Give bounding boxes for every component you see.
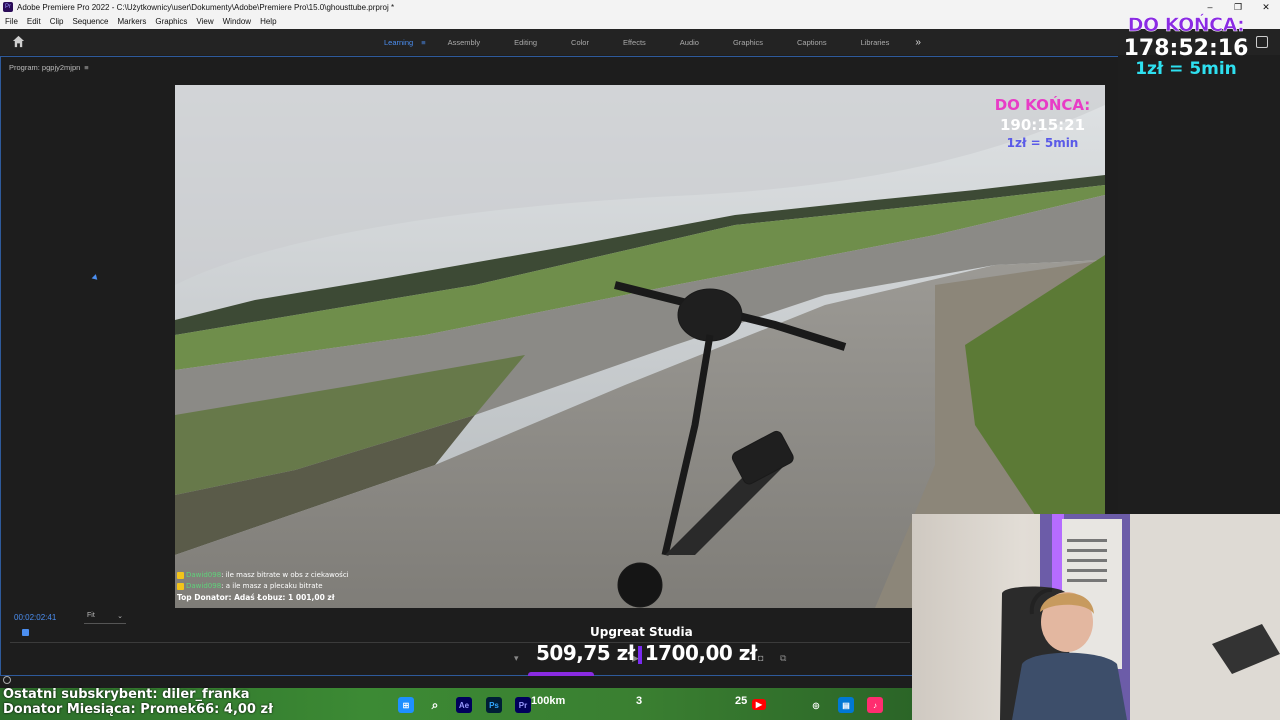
- video-timer-rate: 1zł = 5min: [1006, 136, 1079, 150]
- webcam-image: [1000, 514, 1280, 720]
- chat-text: : ile masz bitrate w obs z ciekawości: [221, 571, 349, 579]
- tab-audio[interactable]: Audio: [680, 38, 699, 47]
- tab-editing[interactable]: Editing: [514, 38, 537, 47]
- video-timer-overlay: DO KOŃCA: 190:15:21 1zł = 5min: [980, 96, 1105, 150]
- menu-edit[interactable]: Edit: [27, 17, 41, 26]
- title-bar: Pr Adobe Premiere Pro 2022 - C:\Użytkown…: [0, 0, 1280, 14]
- tab-captions[interactable]: Captions: [797, 38, 827, 47]
- chat-text: : a ile masz a plecaku bitrate: [221, 582, 323, 590]
- menu-help[interactable]: Help: [260, 17, 276, 26]
- stream-timer-overlay: DO KOŃCA: 178:52:16 1zł = 5min: [1112, 14, 1260, 79]
- video-timer-value: 190:15:21: [999, 116, 1086, 134]
- program-monitor-title: Program: pgpjy2mjpn ≡: [9, 63, 89, 72]
- tab-graphics[interactable]: Graphics: [733, 38, 763, 47]
- restore-button[interactable]: ❐: [1224, 0, 1252, 14]
- tab-libraries[interactable]: Libraries: [861, 38, 890, 47]
- stream-timer-value: 178:52:16: [1123, 36, 1249, 61]
- windows-start-icon[interactable]: ⊞: [398, 697, 414, 713]
- chat-username: Dawid098: [186, 571, 222, 579]
- after-effects-icon[interactable]: Ae: [456, 697, 472, 713]
- export-frame-icon[interactable]: ◘: [758, 653, 763, 663]
- app-icon[interactable]: ▤: [838, 697, 854, 713]
- top-donator: Top Donator: Adaś Łobuz: 1 001,00 zł: [177, 593, 335, 602]
- video-timer-heading: DO KOŃCA:: [994, 96, 1091, 114]
- playhead-marker[interactable]: [22, 629, 29, 636]
- premiere-icon[interactable]: Pr: [515, 697, 531, 713]
- chat-username: Dawid098: [186, 582, 222, 590]
- workspace-bar: Learning ≡ Assembly Editing Color Effect…: [0, 29, 1280, 55]
- photoshop-icon[interactable]: Ps: [486, 697, 502, 713]
- menu-file[interactable]: File: [5, 17, 18, 26]
- menu-sequence[interactable]: Sequence: [72, 17, 108, 26]
- badge-icon: [177, 571, 184, 579]
- stream-timer-rate: 1zł = 5min: [1135, 59, 1237, 79]
- workspace-tabs: Learning ≡ Assembly Editing Color Effect…: [384, 29, 955, 55]
- stream-timer-heading: DO KOŃCA:: [1127, 14, 1245, 37]
- close-button[interactable]: ✕: [1252, 0, 1280, 14]
- obs-icon[interactable]: ◎: [808, 697, 824, 713]
- menu-markers[interactable]: Markers: [118, 17, 147, 26]
- last-subscriber: Ostatni subskrybent: diler_franka: [3, 687, 250, 702]
- goal-target: 1700,00 zł: [644, 641, 758, 665]
- compare-icon[interactable]: ⧉: [780, 653, 786, 664]
- goal-current: 509,75 zł: [536, 641, 635, 665]
- program-monitor-label[interactable]: Program: pgpjy2mjpn: [9, 63, 80, 72]
- chat-message: Dawid098 : a ile masz a plecaku bitrate: [177, 582, 349, 590]
- workspace-menu-icon[interactable]: ≡: [421, 38, 425, 47]
- menu-clip[interactable]: Clip: [50, 17, 64, 26]
- chevron-down-icon: ⌄: [117, 613, 123, 620]
- more-workspaces-icon[interactable]: »: [915, 37, 921, 48]
- window-controls: – ❐ ✕: [1196, 0, 1280, 14]
- goal-amounts: 509,75 zł 1700,00 zł: [536, 641, 757, 665]
- home-icon[interactable]: [12, 35, 25, 48]
- tab-learning[interactable]: Learning: [384, 38, 413, 47]
- tab-effects[interactable]: Effects: [623, 38, 646, 47]
- tiktok-icon[interactable]: ♪: [867, 697, 883, 713]
- menu-window[interactable]: Window: [223, 17, 251, 26]
- youtube-icon[interactable]: ▶: [752, 699, 766, 710]
- goal-separator: [637, 645, 642, 664]
- counter-b: 25: [735, 695, 748, 707]
- chat-message: Dawid098 : ile masz bitrate w obs z ciek…: [177, 571, 349, 579]
- badge-icon: [177, 582, 184, 590]
- window-title: Adobe Premiere Pro 2022 - C:\Użytkownicy…: [17, 2, 395, 12]
- menu-graphics[interactable]: Graphics: [155, 17, 187, 26]
- playhead-timecode[interactable]: 00:02:02:41: [14, 613, 56, 622]
- add-marker-icon[interactable]: ▾: [514, 653, 519, 664]
- tab-assembly[interactable]: Assembly: [448, 38, 481, 47]
- tab-color[interactable]: Color: [571, 38, 589, 47]
- premiere-app-icon: Pr: [3, 2, 13, 12]
- menu-view[interactable]: View: [196, 17, 213, 26]
- donator-of-month: Donator Miesiąca: Promek66: 4,00 zł: [3, 702, 273, 717]
- menu-bar: File Edit Clip Sequence Markers Graphics…: [0, 14, 1280, 29]
- search-icon[interactable]: ⌕: [427, 697, 443, 713]
- goal-title: Upgreat Studia: [590, 625, 693, 639]
- panel-menu-icon[interactable]: ≡: [84, 63, 88, 72]
- chat-overlay: Dawid098 : ile masz bitrate w obs z ciek…: [177, 571, 349, 602]
- settings-icon[interactable]: [3, 676, 11, 684]
- zoom-fit-select[interactable]: Fit ⌄: [84, 612, 126, 624]
- distance-counter: 100km: [531, 695, 566, 707]
- zoom-fit-value: Fit: [87, 612, 95, 619]
- counter-a: 3: [636, 695, 643, 707]
- minimize-button[interactable]: –: [1196, 0, 1224, 14]
- webcam-feed: [912, 514, 1280, 720]
- time-ruler-area[interactable]: [10, 636, 910, 646]
